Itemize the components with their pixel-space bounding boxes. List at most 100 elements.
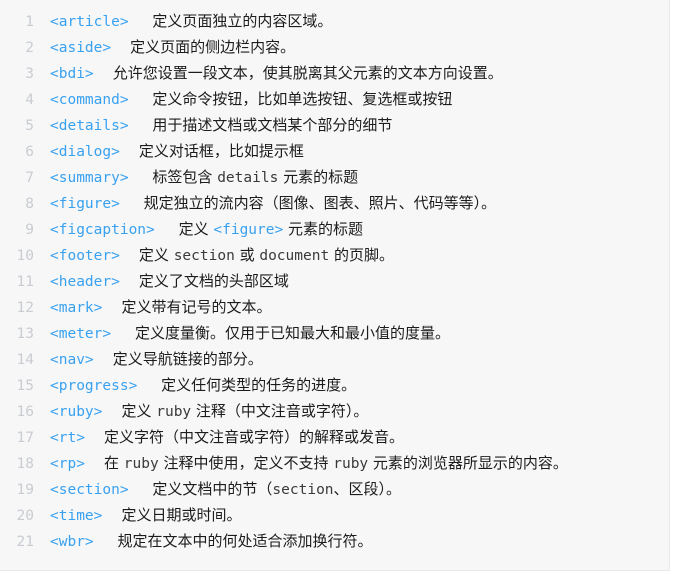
code-line: 14 <nav> 定义导航链接的部分。	[0, 346, 669, 372]
line-number: 9	[25, 222, 34, 238]
code-token-tag: <progress>	[50, 378, 138, 394]
code-token-tag: <nav>	[50, 352, 94, 368]
line-content: <dialog> 定义对话框，比如提示框	[34, 138, 669, 165]
code-line: 5 <details> 用于描述文档或文档某个部分的细节	[0, 112, 669, 138]
code-token-text: 元素的浏览器所显示的内容。	[368, 454, 568, 472]
line-number: 20	[16, 508, 34, 524]
code-token-text: 定义任何类型的任务的进度。	[137, 376, 357, 394]
line-number: 15	[16, 378, 34, 394]
code-block[interactable]: 1 <article> 定义页面独立的内容区域。 2 <aside> 定义页面的侧边栏…	[0, 0, 670, 571]
code-token-tag: <article>	[50, 14, 129, 30]
code-token-text: 在	[84, 454, 124, 472]
line-content: <command> 定义命令按钮，比如单选按钮、复选框或按钮	[34, 86, 669, 113]
line-content: <aside> 定义页面的侧边栏内容。	[34, 34, 669, 61]
code-token-inline-code: ruby	[123, 456, 159, 472]
code-line: 10 <footer> 定义 section 或 document 的页脚。	[0, 242, 669, 268]
line-content: <section> 定义文档中的节（section、区段）。	[34, 476, 669, 503]
code-token-tag: <footer>	[50, 248, 120, 264]
code-token-tag: <dialog>	[50, 144, 120, 160]
code-token-text: 定义页面独立的内容区域。	[128, 12, 333, 30]
line-content: <meter> 定义度量衡。仅用于已知最大和最小值的度量。	[34, 320, 669, 347]
code-token-inline-code: document	[259, 248, 330, 264]
code-token-text: 定义页面的侧边栏内容。	[111, 38, 296, 56]
line-number: 5	[25, 118, 34, 134]
code-line: 17 <rt> 定义字符（中文注音或字符）的解释或发音。	[0, 424, 669, 450]
line-number: 4	[25, 92, 34, 108]
line-content: <article> 定义页面独立的内容区域。	[34, 8, 669, 35]
line-content: <details> 用于描述文档或文档某个部分的细节	[34, 112, 669, 139]
line-number: 6	[25, 144, 34, 160]
code-token-tag: <figure>	[213, 222, 284, 238]
code-token-tag: <mark>	[50, 300, 103, 316]
code-line: 1 <article> 定义页面独立的内容区域。	[0, 8, 669, 34]
line-number: 10	[16, 248, 34, 264]
line-number: 2	[25, 40, 34, 56]
line-content: <bdi> 允许您设置一段文本，使其脱离其父元素的文本方向设置。	[34, 60, 669, 87]
code-token-text: 定义了文档的头部区域	[119, 272, 289, 290]
code-line: 21 <wbr> 规定在文本中的何处适合添加换行符。	[0, 528, 669, 554]
code-token-tag: <header>	[50, 274, 120, 290]
line-content: <header> 定义了文档的头部区域	[34, 268, 669, 295]
code-token-tag: <details>	[50, 118, 129, 134]
code-line: 16 <ruby> 定义 ruby 注释（中文注音或字符）。	[0, 398, 669, 424]
line-number: 7	[25, 170, 34, 186]
code-line: 3 <bdi> 允许您设置一段文本，使其脱离其父元素的文本方向设置。	[0, 60, 669, 86]
code-token-tag: <command>	[50, 92, 129, 108]
code-line: 6 <dialog> 定义对话框，比如提示框	[0, 138, 669, 164]
code-token-tag: <wbr>	[50, 534, 94, 550]
code-token-text: 、区段）。	[333, 480, 402, 498]
line-number: 17	[16, 430, 34, 446]
code-line: 19 <section> 定义文档中的节（section、区段）。	[0, 476, 669, 502]
code-token-text: 或	[234, 246, 260, 264]
line-content: <figure> 规定独立的流内容（图像、图表、照片、代码等等）。	[34, 190, 669, 217]
line-number: 8	[25, 196, 34, 212]
code-token-text: 定义	[102, 402, 157, 420]
line-content: <summary> 标签包含 details 元素的标题	[34, 164, 669, 191]
code-token-text: 定义字符（中文注音或字符）的解释或发音。	[84, 428, 404, 446]
line-content: <footer> 定义 section 或 document 的页脚。	[34, 242, 669, 269]
code-token-tag: <section>	[50, 482, 129, 498]
line-number: 13	[16, 326, 34, 342]
line-content: <ruby> 定义 ruby 注释（中文注音或字符）。	[34, 398, 669, 425]
code-line: 9 <figcaption> 定义 <figure> 元素的标题	[0, 216, 669, 242]
line-content: <nav> 定义导航链接的部分。	[34, 346, 669, 373]
line-number: 12	[16, 300, 34, 316]
line-content: <rt> 定义字符（中文注音或字符）的解释或发音。	[34, 424, 669, 451]
code-token-tag: <ruby>	[50, 404, 103, 420]
line-number: 1	[25, 14, 34, 30]
code-line: 8 <figure> 规定独立的流内容（图像、图表、照片、代码等等）。	[0, 190, 669, 216]
code-token-tag: <rt>	[50, 430, 85, 446]
code-lines-container: 1 <article> 定义页面独立的内容区域。 2 <aside> 定义页面的侧边栏…	[0, 8, 669, 554]
code-line: 18 <rp> 在 ruby 注释中使用，定义不支持 ruby 元素的浏览器所显示…	[0, 450, 669, 476]
line-content: <wbr> 规定在文本中的何处适合添加换行符。	[34, 528, 669, 555]
line-content: <mark> 定义带有记号的文本。	[34, 294, 669, 321]
code-line: 15 <progress> 定义任何类型的任务的进度。	[0, 372, 669, 398]
code-token-inline-code: ruby	[156, 404, 192, 420]
line-number: 3	[25, 66, 34, 82]
code-token-tag: <time>	[50, 508, 103, 524]
code-token-text: 的页脚。	[329, 246, 394, 264]
code-token-inline-code: section	[272, 482, 334, 498]
code-token-text: 定义对话框，比如提示框	[119, 142, 304, 160]
line-number: 16	[16, 404, 34, 420]
code-token-text: 定义	[154, 220, 214, 238]
line-number: 21	[16, 534, 34, 550]
line-content: <time> 定义日期或时间。	[34, 502, 669, 529]
code-token-text: 定义度量衡。仅用于已知最大和最小值的度量。	[111, 324, 450, 342]
code-token-text: 定义	[119, 246, 174, 264]
code-token-text: 定义带有记号的文本。	[102, 298, 272, 316]
code-token-tag: <aside>	[50, 40, 112, 56]
code-token-inline-code: ruby	[333, 456, 369, 472]
code-token-inline-code: section	[173, 248, 235, 264]
code-token-text: 注释（中文注音或字符）。	[191, 402, 369, 420]
code-line: 4 <command> 定义命令按钮，比如单选按钮、复选框或按钮	[0, 86, 669, 112]
code-token-text: 定义导航链接的部分。	[93, 350, 263, 368]
code-token-text: 用于描述文档或文档某个部分的细节	[128, 116, 393, 134]
code-token-text: 定义文档中的节（	[128, 480, 273, 498]
code-line: 12 <mark> 定义带有记号的文本。	[0, 294, 669, 320]
code-line: 2 <aside> 定义页面的侧边栏内容。	[0, 34, 669, 60]
code-token-text: 定义命令按钮，比如单选按钮、复选框或按钮	[128, 90, 453, 108]
code-token-text: 定义日期或时间。	[102, 506, 242, 524]
code-line: 20 <time> 定义日期或时间。	[0, 502, 669, 528]
line-number: 11	[16, 274, 34, 290]
